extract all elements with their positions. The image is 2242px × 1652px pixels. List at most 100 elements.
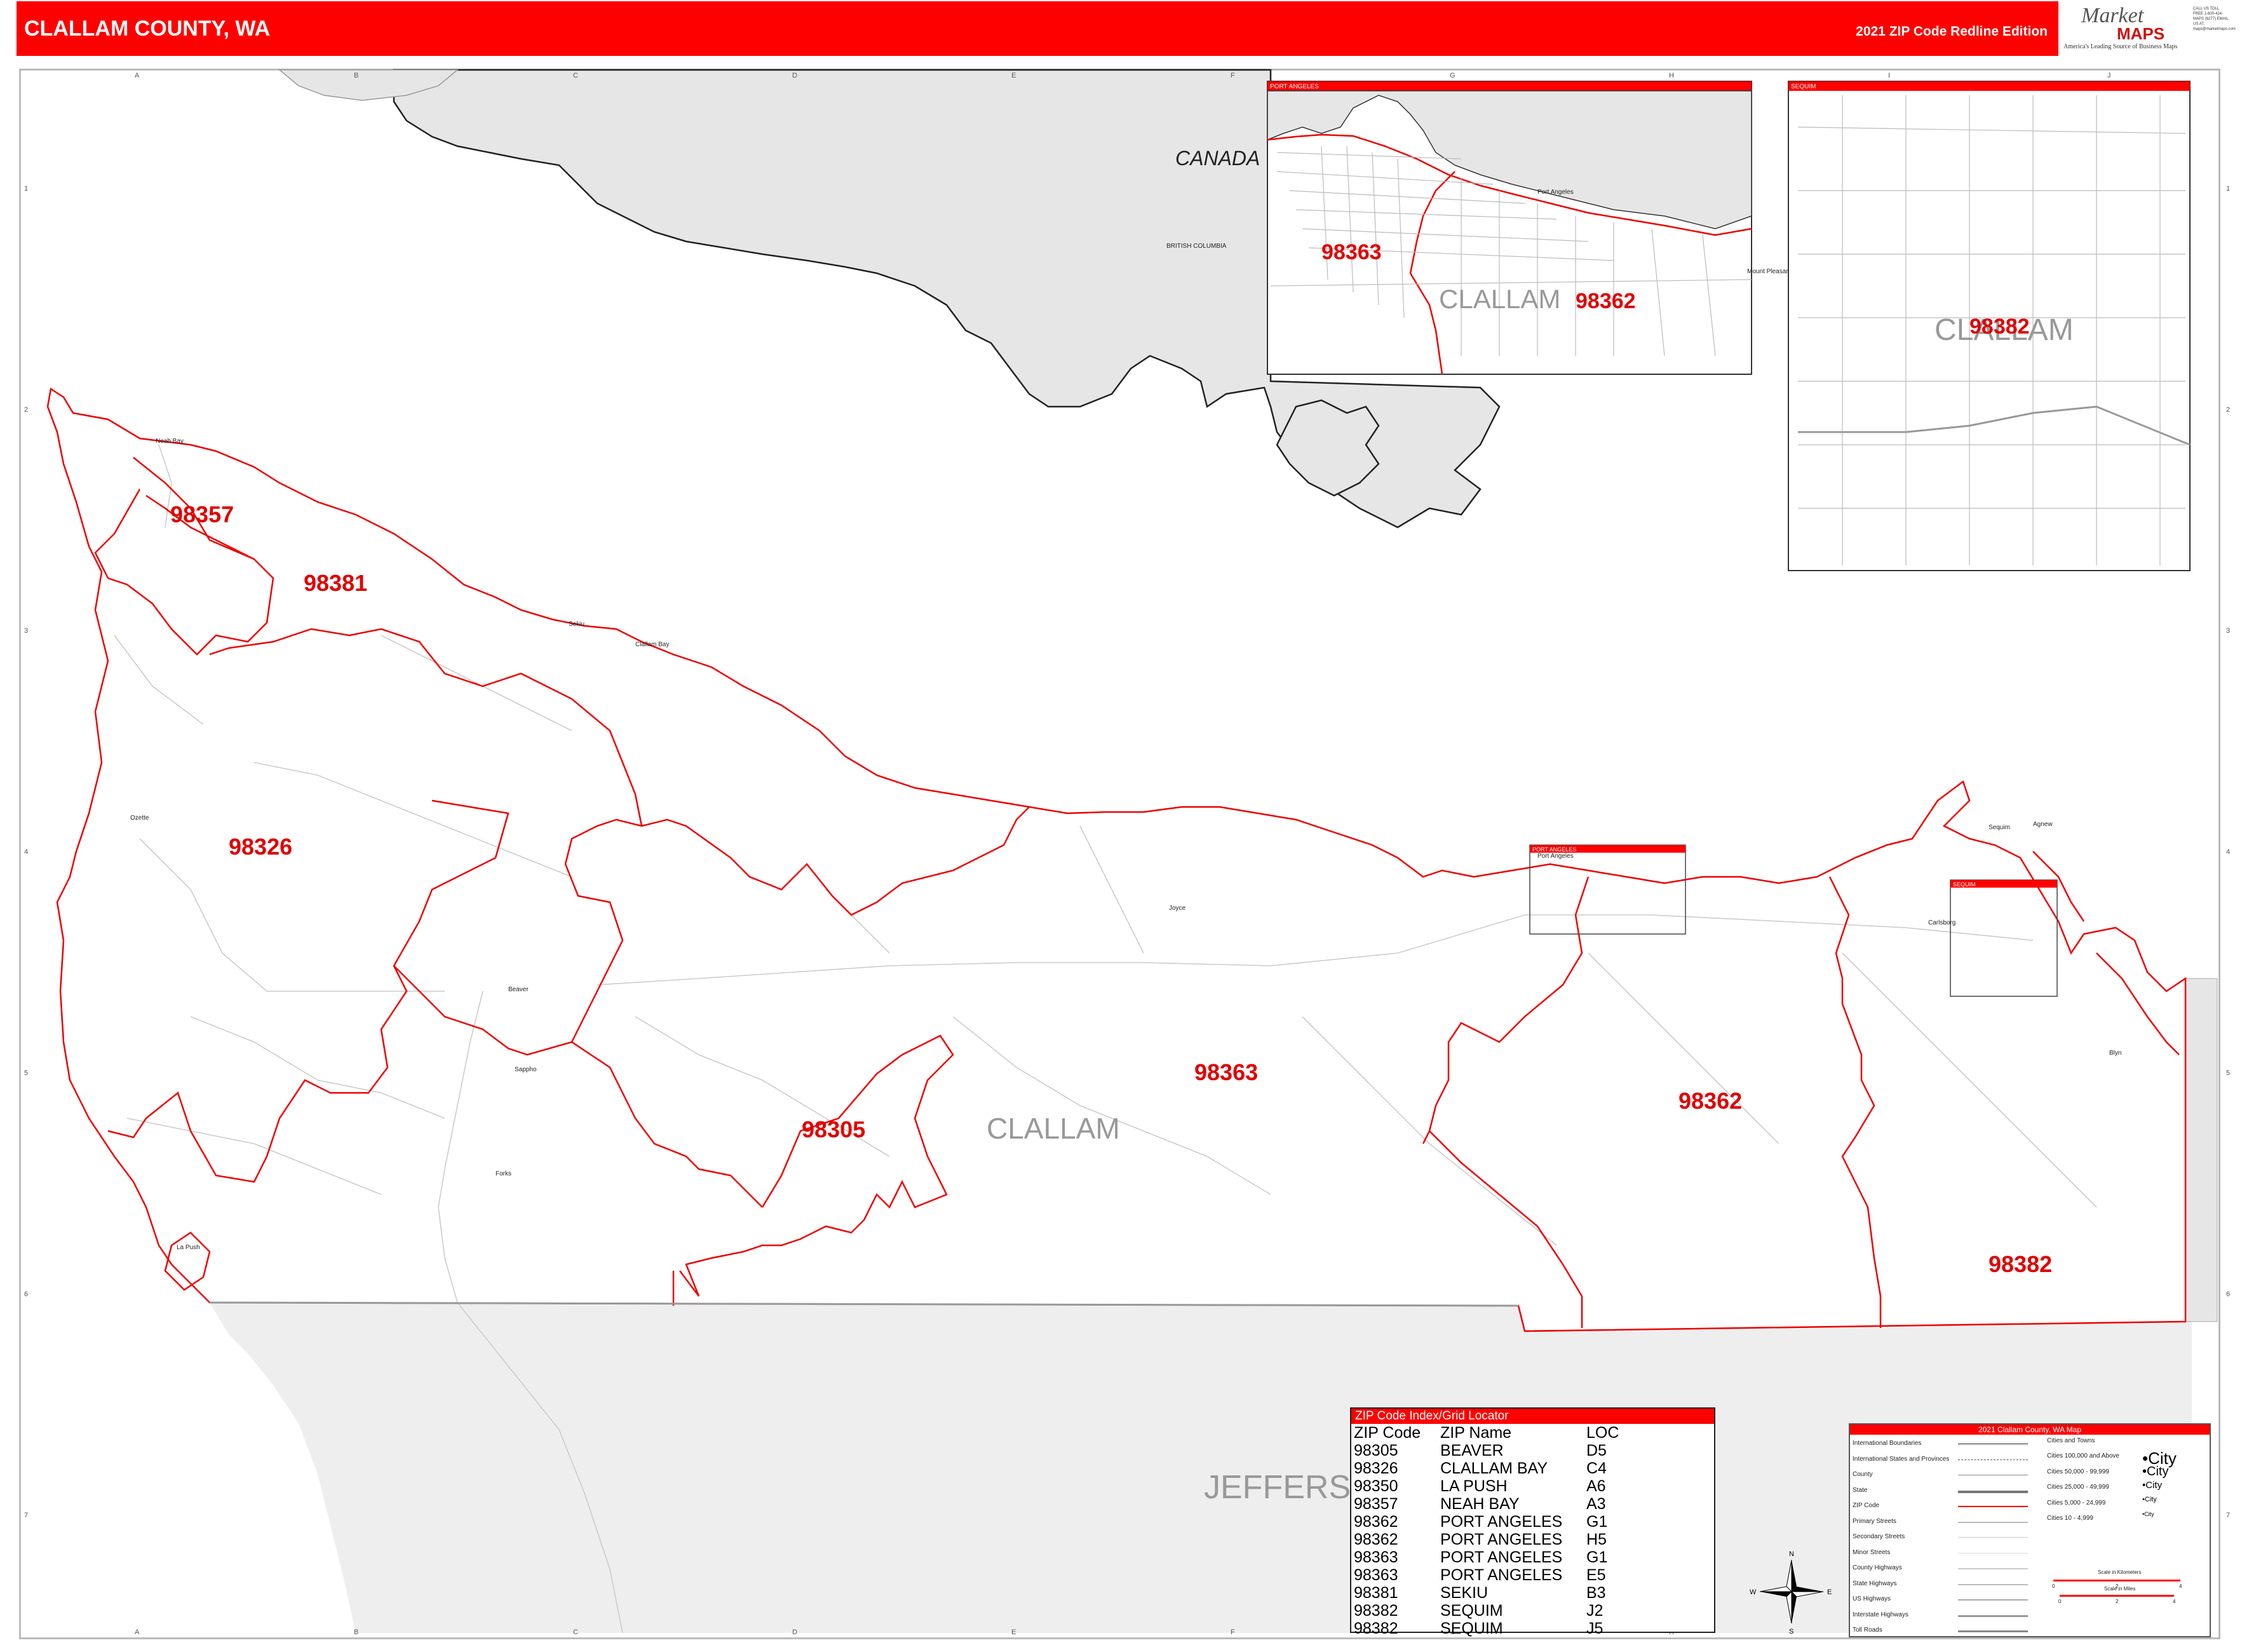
index-zip-code: 98382 [1354,1602,1398,1620]
legend-line-sample [1958,1583,2028,1585]
grid-column-label: D [792,72,797,79]
legend-city-sample-label: City [2144,1511,2154,1517]
scale-km-label: Scale in Kilometers [2098,1569,2142,1575]
index-zip-code: 98326 [1354,1459,1398,1477]
grid-row-label: 1 [24,185,28,193]
legend-line-sample [1958,1599,2028,1601]
place-beaver: Beaver [508,986,529,993]
index-grid-loc: E5 [1586,1566,1606,1584]
zip-label-98363: 98363 [1194,1059,1258,1085]
legend-city-sample-label: City [2144,1495,2157,1503]
grid-column-label: F [1231,1628,1235,1636]
place-la-push: La Push [177,1244,200,1251]
index-zip-code: 98362 [1354,1531,1398,1548]
inset-locator-sequim-label: SEQUIM [1953,881,1976,888]
grid-column-label: C [573,1628,578,1636]
legend-line-sample [1958,1568,2028,1569]
zip-label-98326: 98326 [229,834,292,860]
inset-pa-title: PORT ANGELES [1270,83,1319,90]
grid-row-label: 6 [2226,1290,2230,1298]
legend-item: Secondary Streets [1853,1533,1905,1540]
place-neah-bay: Neah Bay [156,438,184,445]
scale-mi-label: Scale in Miles [2104,1586,2136,1592]
compass-w: W [1750,1588,1757,1596]
grid-row-label: 3 [2226,627,2230,635]
legend-item: County [1853,1471,1873,1478]
grid-column-label: F [1231,72,1235,79]
grid-column-label: C [573,72,578,79]
grid-row-label: 2 [24,406,28,414]
grid-column-label: A [135,72,140,79]
legend-item: Toll Roads [1853,1627,1882,1634]
legend-line-sample [1958,1552,2028,1554]
inset-pa-place-mount-pleasant: Mount Pleasant [1747,268,1792,275]
index-row: 98326 CLALLAM BAY C4 [1351,1459,1652,1477]
grid-row-label: 2 [2226,406,2230,414]
legend-line-sample [1958,1490,2028,1493]
index-zip-code: 98350 [1354,1477,1398,1495]
grid-column-label: B [354,72,358,79]
place-forks: Forks [496,1170,511,1177]
index-row: 98350 LA PUSH A6 [1351,1477,1652,1495]
grid-column-label: A [135,1628,140,1636]
place-ozette: Ozette [130,815,149,822]
place-joyce: Joyce [1169,905,1186,912]
legend-city-sample: •City [2142,1511,2154,1517]
index-grid-loc: J5 [1586,1620,1604,1637]
scale-mi-tick-2: 2 [2116,1599,2119,1604]
zip-index-table: ZIP Code Index/Grid Locator ZIP Code ZIP… [1350,1407,1715,1637]
grid-row-label: 4 [2226,848,2230,856]
grid-row-label: 7 [2226,1512,2230,1519]
inset-pa-zip-98363: 98363 [1321,240,1382,264]
legend-city-sample: •City [2142,1464,2169,1479]
legend-item: Minor Streets [1853,1548,1891,1556]
place-sequim: Sequim [1989,824,2010,831]
index-zip-name: BEAVER [1440,1442,1504,1459]
index-grid-loc: A6 [1586,1477,1606,1495]
inset-locator-pa-label: PORT ANGELES [1532,846,1576,853]
inset-sequim-zip-98382: 98382 [1969,315,2030,339]
grid-row-label: 7 [24,1512,28,1519]
legend-city-sample-label: City [2147,1464,2169,1479]
place-blyn: Blyn [2109,1050,2121,1057]
index-zip-code: 98382 [1354,1620,1398,1637]
grid-row-label: 5 [2226,1069,2230,1077]
zip-label-98382: 98382 [1989,1251,2052,1277]
legend-item: International States and Provinces [1853,1455,1950,1463]
index-grid-loc: C4 [1586,1459,1607,1477]
legend-item: International Boundaries [1853,1440,1922,1447]
index-grid-loc: B3 [1586,1584,1606,1602]
scale-mi-bar [2060,1595,2174,1597]
grid-row-label: 5 [24,1069,28,1077]
scale-mi-tick-0: 0 [2058,1599,2062,1604]
legend-item: US Highways [1853,1595,1891,1602]
county-map[interactable]: PORT ANGELES SEQUIM 98363 CLALLAM 98362 … [0,0,2242,1652]
index-grid-loc: G1 [1586,1513,1608,1531]
legend-item: ZIP Code [1853,1502,1880,1509]
grid-column-label: D [792,1628,797,1636]
zip-index-grid: ZIP Code ZIP Name LOC 98305 BEAVER D5 98326… [1351,1424,1652,1637]
index-row: 98305 BEAVER D5 [1351,1442,1652,1459]
index-row: 98381 SEKIU B3 [1351,1584,1652,1602]
legend-line-sample [1958,1630,2028,1632]
index-grid-loc: D5 [1586,1442,1607,1459]
county-label-clallam: CLALLAM [987,1112,1120,1145]
inset-pa-place-port-angeles: Port Angeles [1537,189,1574,196]
legend-city-class: Cities 10 - 4,999 [2047,1515,2093,1522]
legend-title: 2021 Clallam County, WA Map [1850,1425,2210,1435]
legend-city-sample-label: City [2145,1480,2163,1491]
legend-city-sample: •City [2142,1480,2163,1491]
index-header-loc: LOC [1586,1424,1619,1442]
grid-column-label: J [2107,72,2111,79]
legend-item: Primary Streets [1853,1517,1896,1525]
zip-index-title: ZIP Code Index/Grid Locator [1351,1409,1714,1424]
grid-row-label: 3 [24,627,28,635]
legend-line-sample [1958,1537,2028,1538]
index-zip-code: 98362 [1354,1513,1398,1531]
zip-label-98381: 98381 [304,570,367,596]
index-grid-loc: A3 [1586,1495,1606,1513]
compass-n: N [1789,1550,1794,1558]
index-zip-name: PORT ANGELES [1440,1566,1563,1584]
index-zip-name: SEQUIM [1440,1602,1503,1620]
legend-line-sample [1958,1506,2028,1507]
